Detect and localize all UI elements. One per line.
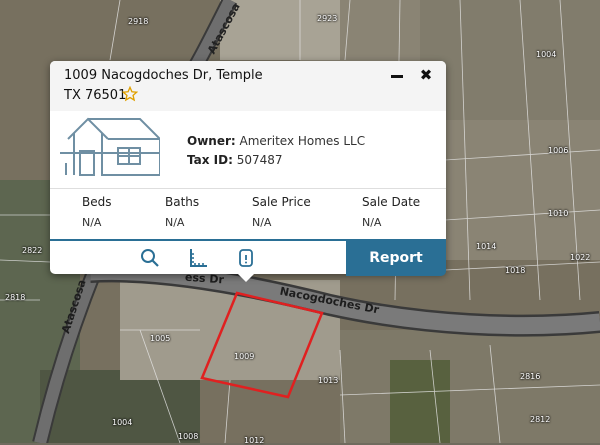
lot-number: 1010	[548, 209, 569, 218]
lot-number: 1004	[536, 50, 557, 59]
owner-label: Owner:	[187, 134, 236, 148]
address-line-1: 1009 Nacogdoches Dr, Temple	[64, 68, 263, 83]
lot-number: 2816	[520, 372, 541, 381]
minimize-icon[interactable]	[390, 69, 404, 83]
baths-label: Baths	[165, 195, 200, 209]
tax-id-info: Tax ID: 507487	[187, 153, 283, 167]
house-icon	[60, 117, 160, 176]
sale-price-value: N/A	[252, 216, 272, 229]
report-button[interactable]: Report	[346, 241, 446, 276]
info-icon[interactable]	[234, 246, 258, 270]
divider	[50, 188, 446, 189]
lot-number: 1012	[244, 436, 265, 445]
lot-number: 1013	[318, 376, 339, 385]
property-popup: 1009 Nacogdoches Dr, Temple TX 76501 ✖ O…	[50, 61, 446, 276]
lot-number: 1006	[548, 146, 569, 155]
popup-pointer	[236, 272, 256, 282]
star-outline-icon[interactable]	[122, 86, 138, 102]
baths-value: N/A	[165, 216, 185, 229]
lot-number: 2923	[317, 14, 338, 23]
lot-number: 2812	[530, 415, 551, 424]
lot-number: 1008	[178, 432, 199, 441]
close-icon[interactable]: ✖	[418, 67, 434, 83]
lot-number: 1005	[150, 334, 171, 343]
lot-number: 2918	[128, 17, 149, 26]
lot-number: 1009	[234, 352, 255, 361]
lot-number: 2822	[22, 246, 43, 255]
beds-value: N/A	[82, 216, 102, 229]
ruler-icon[interactable]	[186, 246, 210, 270]
address-line-2: TX 76501	[64, 88, 127, 103]
lot-number: 1014	[476, 242, 497, 251]
beds-label: Beds	[82, 195, 112, 209]
tax-id-value: 507487	[236, 153, 283, 167]
lot-number: 2818	[5, 293, 26, 302]
popup-toolbar: Report	[50, 239, 446, 276]
search-icon[interactable]	[138, 246, 162, 270]
lot-number: 1018	[505, 266, 526, 275]
lot-number: 1004	[112, 418, 133, 427]
sale-price-label: Sale Price	[252, 195, 311, 209]
sale-date-label: Sale Date	[362, 195, 421, 209]
popup-header: 1009 Nacogdoches Dr, Temple TX 76501 ✖	[50, 61, 446, 111]
tax-id-label: Tax ID:	[187, 153, 233, 167]
owner-value: Ameritex Homes LLC	[239, 134, 366, 148]
sale-date-value: N/A	[362, 216, 382, 229]
lot-number: 1022	[570, 253, 591, 262]
owner-info: Owner: Ameritex Homes LLC	[187, 134, 365, 148]
